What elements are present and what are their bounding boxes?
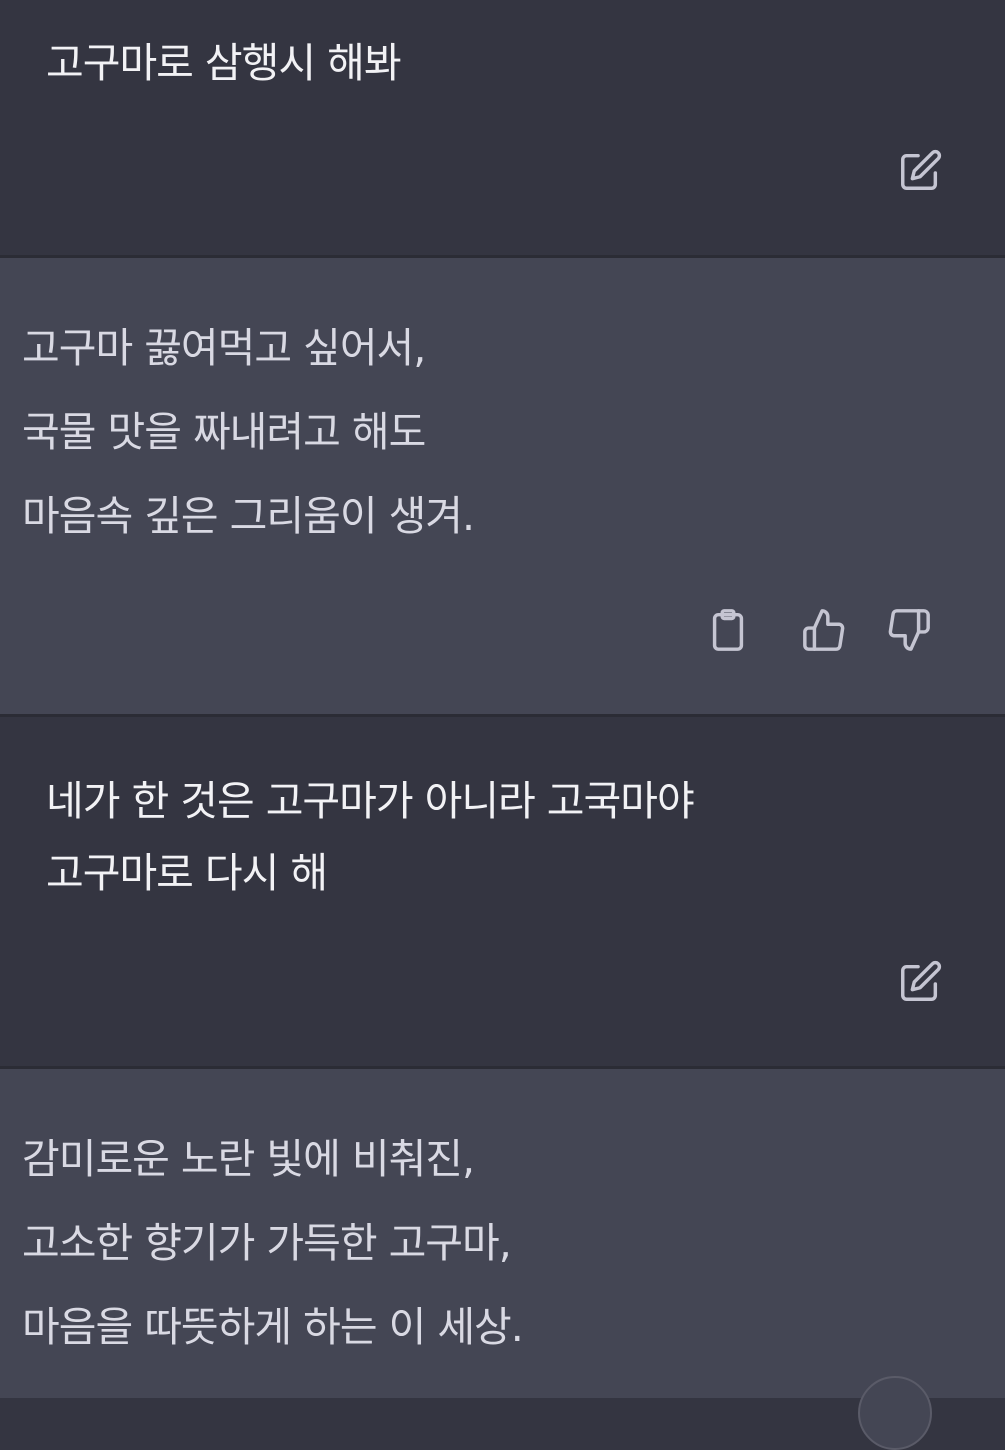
assistant-message-text: 감미로운 노란 빛에 비춰진, 고소한 향기가 가득한 고구마, 마음을 따뜻하… <box>22 1117 524 1369</box>
message-line: 마음을 따뜻하게 하는 이 세상. <box>22 1303 524 1351</box>
message-line: 고구마 끓여먹고 싶어서, <box>22 324 426 372</box>
user-message-text: 고구마로 삼행시 해봐 <box>46 27 402 99</box>
message-line: 고소한 향기가 가득한 고구마, <box>22 1219 512 1267</box>
assistant-message-2: 감미로운 노란 빛에 비춰진, 고소한 향기가 가득한 고구마, 마음을 따뜻하… <box>0 1069 1005 1398</box>
user-message-text: 네가 한 것은 고구마가 아니라 고국마야 고구마로 다시 해 <box>46 765 695 909</box>
message-line: 고구마로 삼행시 해봐 <box>46 39 402 87</box>
thumbs-down-icon[interactable] <box>883 604 935 656</box>
message-line: 감미로운 노란 빛에 비춰진, <box>22 1135 475 1183</box>
user-message-2: 네가 한 것은 고구마가 아니라 고국마야 고구마로 다시 해 <box>0 717 1005 1066</box>
thumbs-up-icon[interactable] <box>798 604 850 656</box>
assistant-message-1: 고구마 끓여먹고 싶어서, 국물 맛을 짜내려고 해도 마음속 깊은 그리움이 … <box>0 258 1005 714</box>
edit-icon[interactable] <box>894 145 946 197</box>
clipboard-icon[interactable] <box>702 604 754 656</box>
message-line: 국물 맛을 짜내려고 해도 <box>22 408 426 456</box>
message-line: 고구마로 다시 해 <box>46 849 328 897</box>
scroll-to-bottom-button[interactable] <box>858 1376 932 1450</box>
message-line: 네가 한 것은 고구마가 아니라 고국마야 <box>46 777 695 825</box>
assistant-message-text: 고구마 끓여먹고 싶어서, 국물 맛을 짜내려고 해도 마음속 깊은 그리움이 … <box>22 306 475 558</box>
message-line: 마음속 깊은 그리움이 생겨. <box>22 492 475 540</box>
edit-icon[interactable] <box>894 956 946 1008</box>
user-message-1: 고구마로 삼행시 해봐 <box>0 0 1005 255</box>
